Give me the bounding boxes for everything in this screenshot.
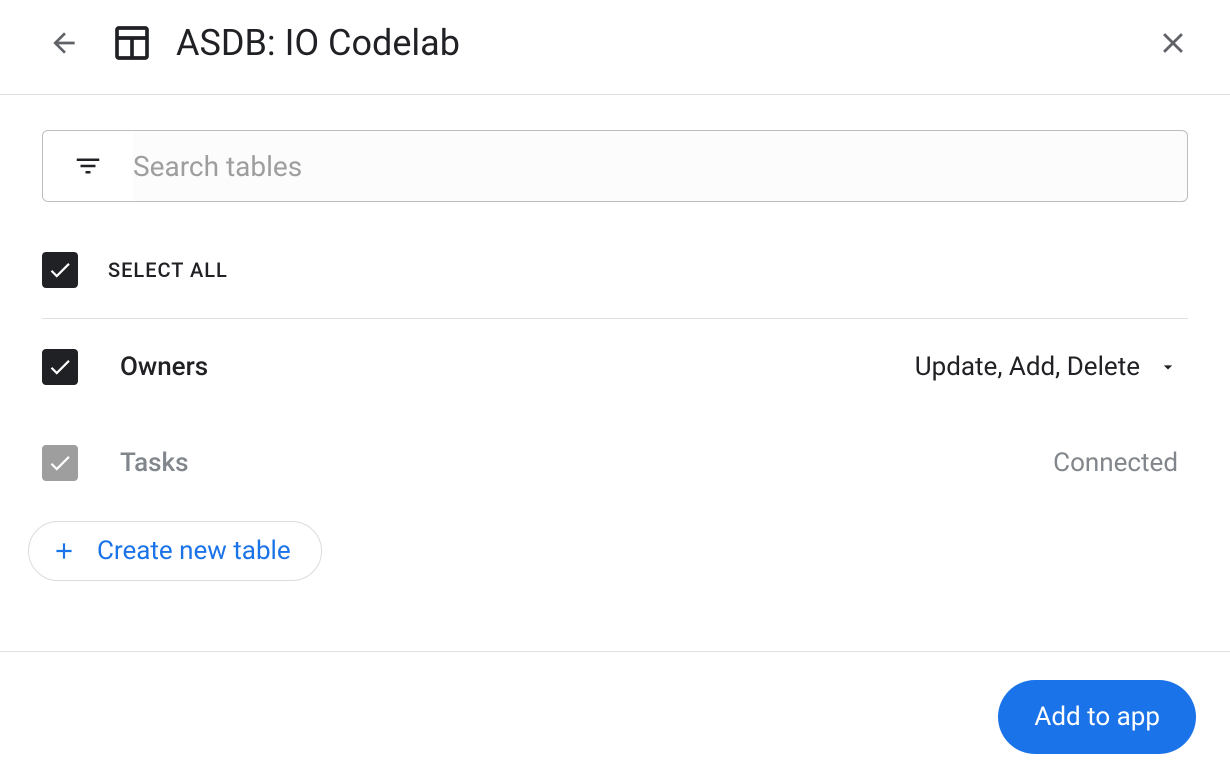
arrow-left-icon — [48, 27, 80, 59]
permissions-label: Update, Add, Delete — [915, 352, 1140, 382]
table-name: Tasks — [120, 448, 189, 478]
table-checkbox-tasks[interactable] — [42, 445, 78, 481]
content-area: SELECT ALL Owners Update, Add, Delete Ta… — [0, 95, 1230, 581]
footer: Add to app — [0, 651, 1230, 782]
search-container — [42, 130, 1188, 202]
check-icon — [47, 354, 73, 380]
permissions-dropdown[interactable]: Update, Add, Delete — [915, 352, 1188, 382]
create-new-table-button[interactable]: Create new table — [28, 521, 322, 581]
search-input[interactable] — [133, 131, 1187, 201]
close-button[interactable] — [1156, 26, 1190, 60]
status-label: Connected — [1053, 448, 1188, 478]
filter-icon — [43, 131, 133, 201]
select-all-label: SELECT ALL — [108, 258, 228, 282]
header: ASDB: IO Codelab — [0, 0, 1230, 95]
add-to-app-button[interactable]: Add to app — [998, 680, 1196, 754]
check-icon — [47, 450, 73, 476]
table-name: Owners — [120, 352, 208, 382]
create-button-label: Create new table — [97, 536, 291, 566]
table-row: Tasks Connected — [42, 415, 1188, 511]
table-checkbox-owners[interactable] — [42, 349, 78, 385]
plus-icon — [51, 538, 77, 564]
select-all-row: SELECT ALL — [42, 202, 1188, 319]
close-icon — [1156, 26, 1190, 60]
page-title: ASDB: IO Codelab — [176, 22, 460, 64]
table-row: Owners Update, Add, Delete — [42, 319, 1188, 415]
check-icon — [47, 257, 73, 283]
dropdown-icon — [1158, 357, 1178, 377]
select-all-checkbox[interactable] — [42, 252, 78, 288]
database-icon — [112, 23, 152, 63]
back-button[interactable] — [48, 27, 80, 59]
